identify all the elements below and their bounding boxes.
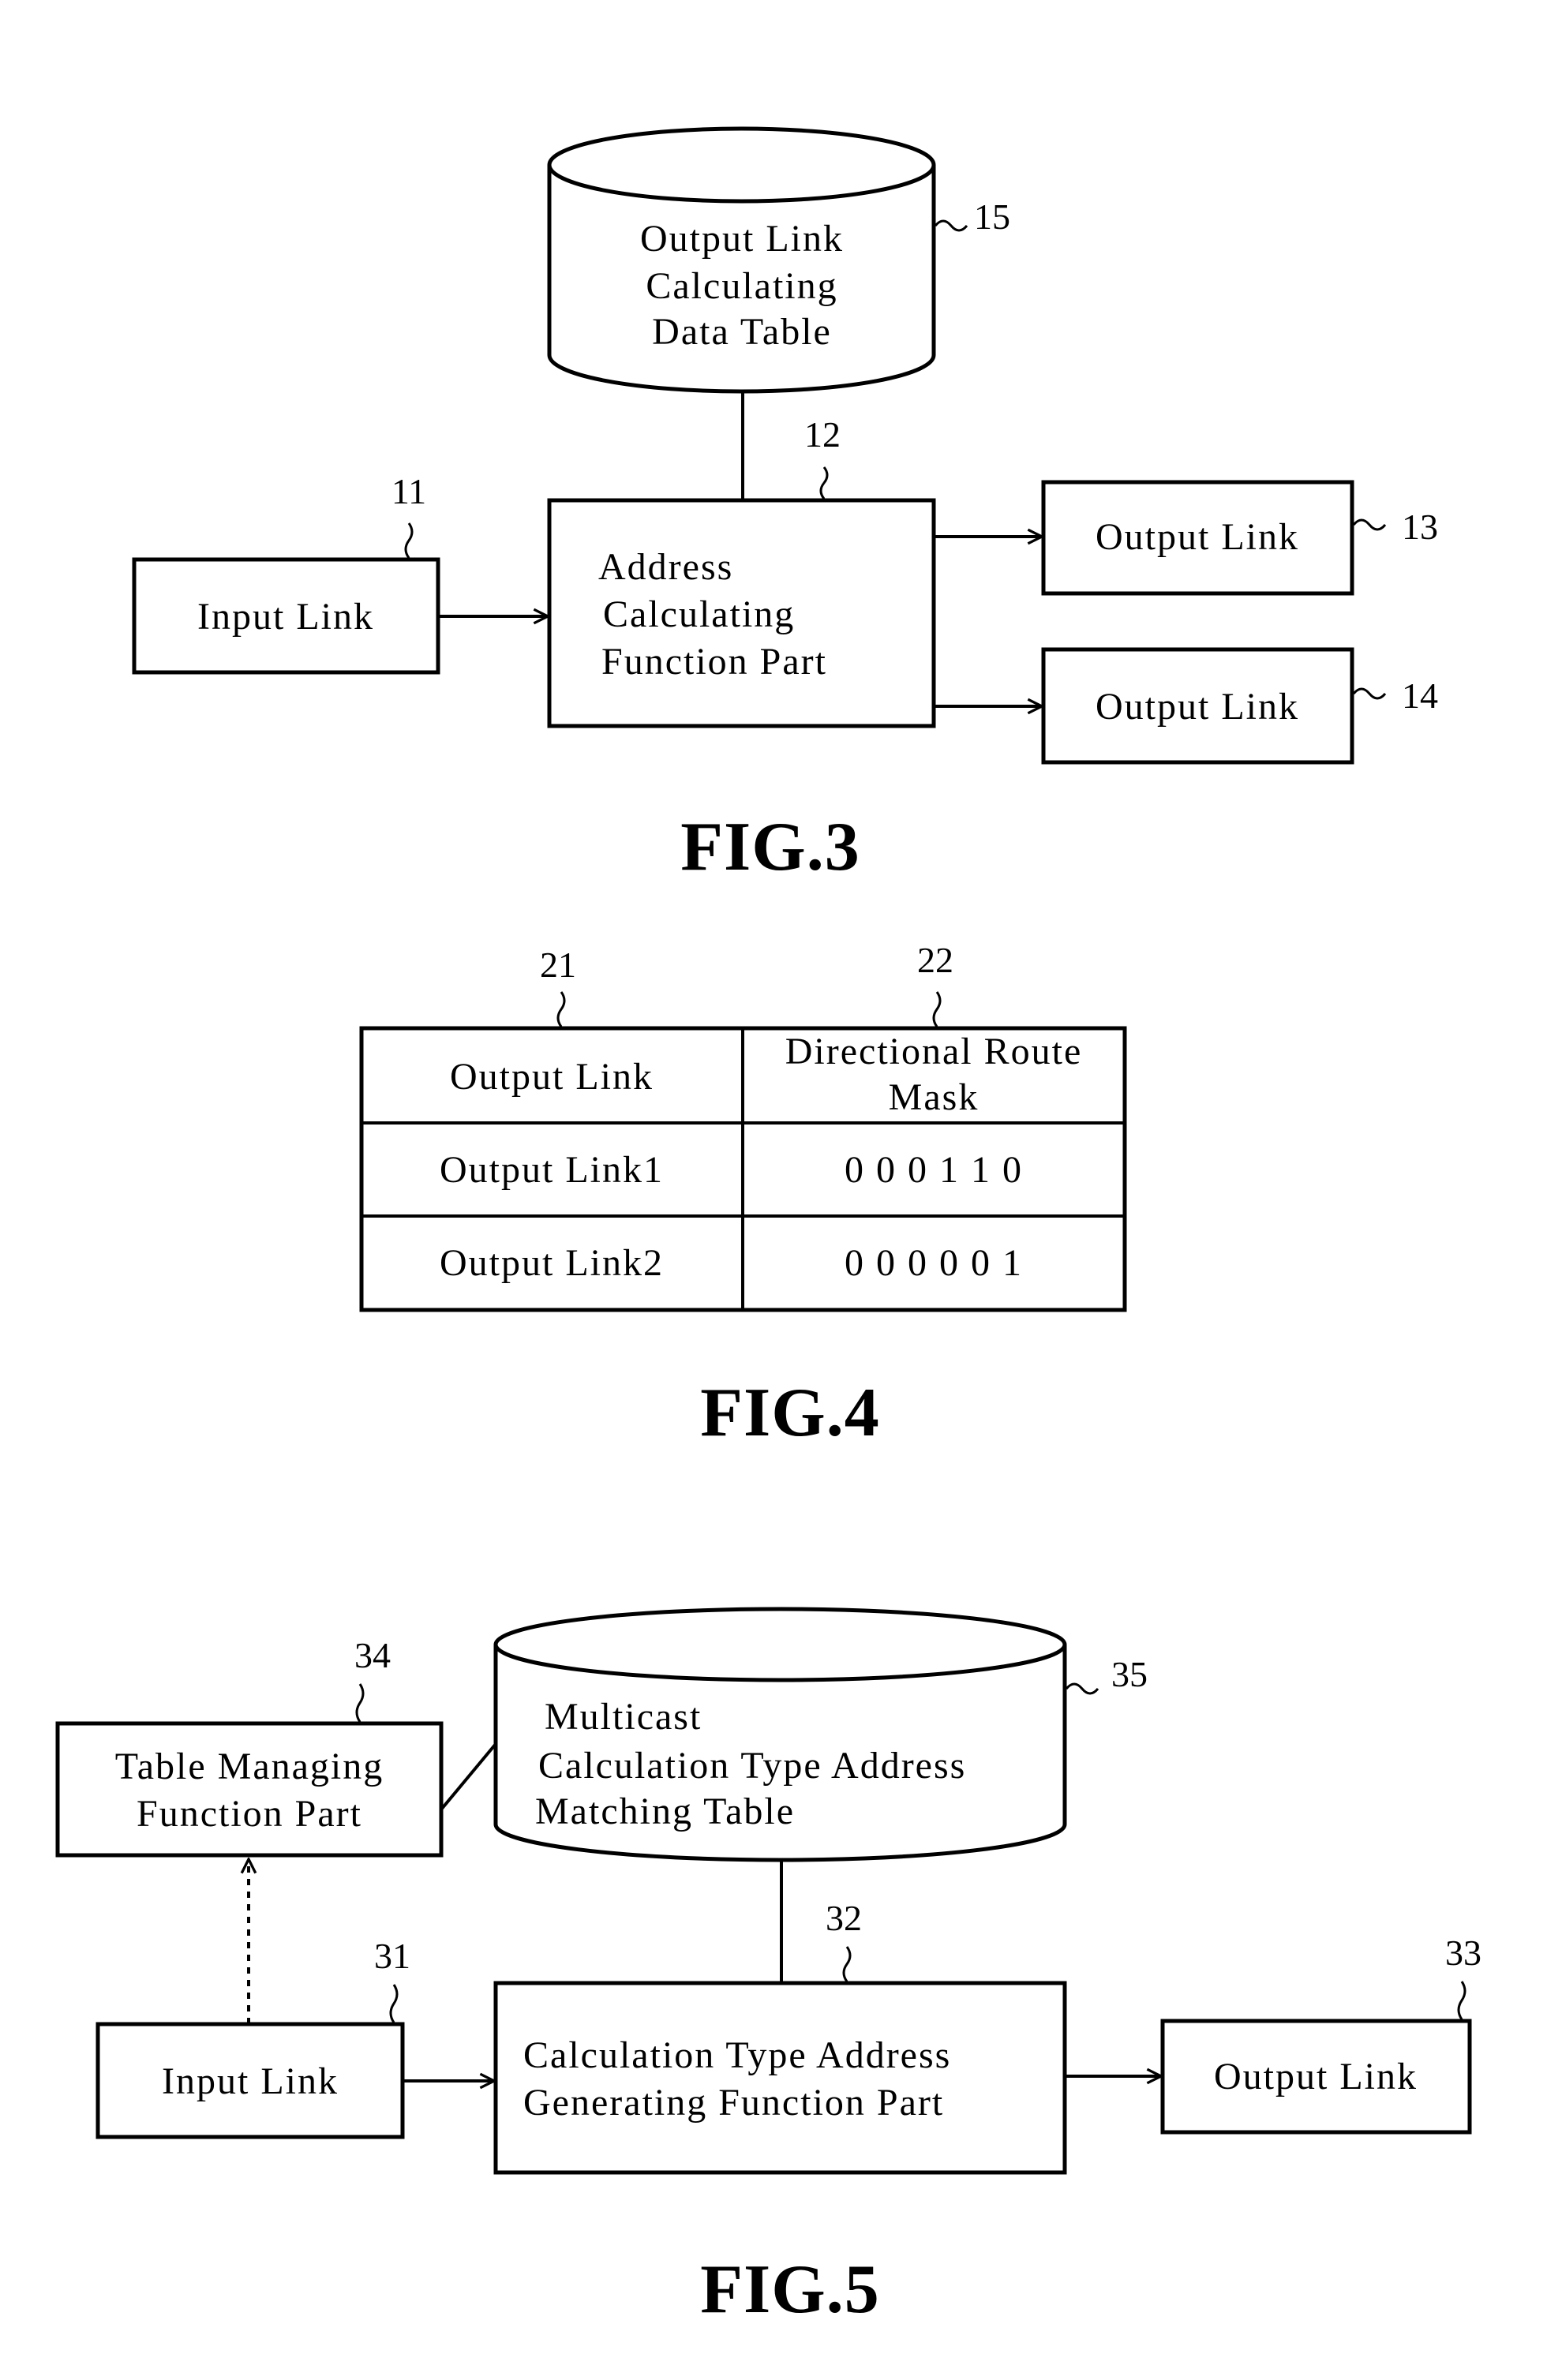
input-link-label: Input Link [197,596,374,638]
table-row-2-link: Output Link2 [440,1242,664,1284]
calculation-type-address-generating-function-part: Calculation Type Address Generating Func… [493,1981,1067,2175]
matching-table-line-3: Matching Table [535,1791,795,1832]
leader-squiggle-33 [1457,1981,1466,2020]
header-directional-route: Directional Route [785,1031,1083,1072]
ref-31: 31 [374,1936,410,1976]
table-manager-line-1: Table Managing [115,1746,384,1787]
leader-tilde-15 [934,219,968,232]
table-manager-box [55,1721,444,1858]
ref-33: 33 [1445,1933,1481,1973]
input-link-31: Input Link [96,2022,405,2139]
data-table-line-1: Output Link [640,218,844,260]
address-line-3: Function Part [601,641,827,683]
header-mask: Mask [889,1076,980,1118]
output-link-13: Output Link [1041,480,1354,596]
matching-table-line-2: Calculation Type Address [538,1745,966,1787]
leader-tilde-14 [1352,687,1387,700]
input-link-11: Input Link [132,557,440,675]
route-mask-table: Output Link Directional Route Mask Outpu… [359,1026,1127,1312]
ref-12: 12 [804,414,841,455]
address-line-2: Calculating [603,593,795,635]
leader-squiggle-31 [389,1984,399,2023]
table-row-1-mask: 0 0 0 1 1 0 [845,1149,1023,1191]
leader-squiggle-11 [404,522,414,559]
output-link-13-label: Output Link [1096,516,1299,558]
ref-11: 11 [391,471,426,511]
cylinder-top [493,1607,1067,1682]
patent-drawing-sheet: Output Link Calculating Data Table 15 Ad… [55,126,1481,2328]
header-output-link: Output Link [450,1056,654,1098]
data-table-line-3: Data Table [652,311,832,353]
ref-35: 35 [1111,1654,1148,1694]
leader-squiggle-34 [355,1683,365,1723]
table-manager-line-2: Function Part [137,1793,362,1835]
figure-5-caption: FIG.5 [700,2251,879,2328]
table-row-1-link: Output Link1 [440,1149,664,1191]
ref-22: 22 [917,940,953,980]
ref-14: 14 [1402,675,1438,716]
leader-squiggle-32 [842,1946,852,1982]
figure-3-caption: FIG.3 [680,809,860,885]
generator-line-2: Generating Function Part [523,2082,944,2124]
connector-manager-to-table [440,1742,497,1811]
output-link-14: Output Link [1041,647,1354,765]
input-link-31-label: Input Link [162,2060,339,2102]
leader-squiggle-21 [556,991,566,1027]
output-link-calculating-data-table: Output Link Calculating Data Table [547,126,936,394]
matching-table-line-1: Multicast [545,1696,702,1738]
figure-4-caption: FIG.4 [700,1375,879,1451]
table-row-2-mask: 0 0 0 0 0 1 [845,1242,1023,1284]
table-managing-function-part: Table Managing Function Part [55,1721,444,1858]
figure-5: Multicast Calculation Type Address Match… [55,1607,1481,2328]
multicast-address-matching-table: Multicast Calculation Type Address Match… [493,1607,1067,1862]
figure-4: Output Link Directional Route Mask Outpu… [359,940,1127,1451]
ref-15: 15 [974,196,1010,237]
leader-squiggle-22 [932,991,942,1027]
output-link-14-label: Output Link [1096,686,1299,728]
output-link-33-label: Output Link [1214,2056,1418,2097]
leader-tilde-35 [1065,1682,1099,1695]
figure-3: Output Link Calculating Data Table 15 Ad… [132,126,1438,885]
ref-21: 21 [540,945,576,985]
cylinder-top [547,126,936,204]
leader-tilde-13 [1352,518,1387,531]
ref-13: 13 [1402,507,1438,547]
address-line-1: Address [598,546,733,588]
generator-box [493,1981,1067,2175]
ref-32: 32 [826,1898,862,1938]
leader-squiggle-12 [819,466,829,500]
address-calculating-function-part: Address Calculating Function Part [547,498,936,728]
output-link-33: Output Link [1160,2019,1472,2135]
generator-line-1: Calculation Type Address [523,2034,951,2076]
ref-34: 34 [354,1635,391,1675]
data-table-line-2: Calculating [646,265,837,307]
